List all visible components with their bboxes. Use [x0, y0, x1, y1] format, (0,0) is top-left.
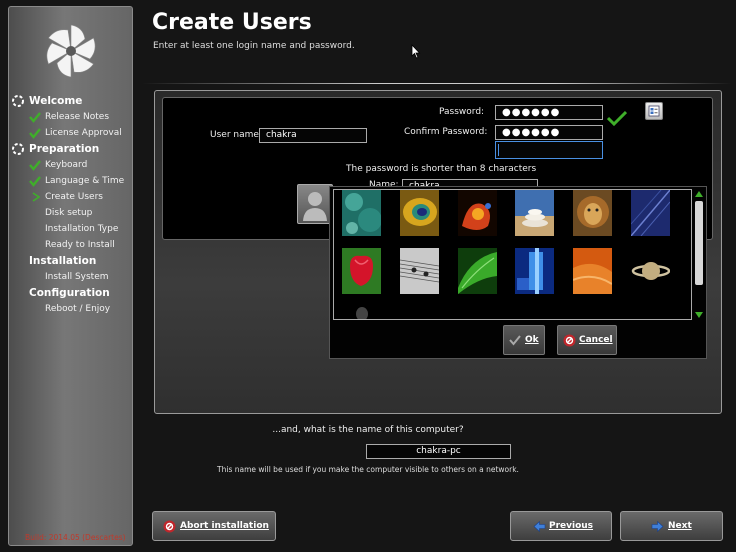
nav-item-label: Release Notes — [45, 112, 110, 122]
username-input[interactable]: chakra — [259, 128, 367, 143]
avatar-option[interactable] — [631, 248, 670, 294]
next-button[interactable]: Next — [620, 511, 723, 541]
hostname-question: ...and, what is the name of this compute… — [272, 425, 464, 435]
nav-item-keyboard: Keyboard — [9, 157, 134, 173]
checkmark-icon — [29, 176, 41, 187]
chakra-logo-icon — [46, 24, 96, 78]
chakra-small-icon — [12, 143, 24, 155]
nav-section-label: Installation — [29, 255, 97, 267]
scroll-thumb — [695, 201, 703, 285]
hostname-input[interactable]: chakra-pc — [366, 444, 511, 459]
nav-item-label: Keyboard — [45, 160, 88, 170]
nav-item-install-system: Install System — [9, 269, 134, 285]
nav-item-label: Reboot / Enjoy — [45, 304, 111, 314]
username-label: User name — [210, 130, 259, 140]
mouse-cursor-icon — [411, 44, 421, 59]
avatar-grid — [333, 189, 692, 320]
nav-section-label: Welcome — [29, 95, 83, 107]
page-title: Create Users — [152, 10, 312, 35]
avatar-grid-scrollbar[interactable] — [693, 189, 705, 320]
nav-section-installation: Installation — [9, 253, 134, 269]
avatar-option[interactable] — [458, 190, 497, 236]
fullname-input[interactable]: chakra — [402, 179, 538, 186]
avatar-option[interactable] — [342, 248, 381, 294]
scroll-down-arrow-icon — [695, 312, 703, 318]
ok-label: Ok — [525, 335, 539, 345]
avatar-option[interactable] — [573, 248, 612, 294]
cancel-icon — [563, 334, 576, 347]
password-warning: The password is shorter than 8 character… — [346, 164, 537, 174]
abort-label: Abort installation — [180, 521, 269, 531]
arrow-left-icon — [533, 520, 546, 533]
build-version: Build: 2014.05 (Descartes) — [25, 533, 126, 542]
user-options-button[interactable] — [645, 102, 663, 120]
cancel-label: Cancel — [579, 335, 613, 345]
page-subtitle: Enter at least one login name and passwo… — [153, 41, 355, 51]
arrow-right-icon — [651, 520, 664, 533]
avatar-option[interactable] — [400, 248, 439, 294]
avatar-button[interactable] — [297, 184, 333, 224]
avatar-cancel-button[interactable]: Cancel — [557, 325, 617, 355]
text-caret — [498, 144, 499, 156]
nav-item-label: Language & Time — [45, 176, 125, 186]
header-divider — [142, 83, 732, 84]
extra-input-field[interactable] — [495, 141, 603, 159]
password-input[interactable]: ●●●●●● — [495, 105, 603, 120]
avatar-ok-button[interactable]: Ok — [503, 325, 545, 355]
nav-section-label: Preparation — [29, 143, 100, 155]
nav-section-welcome: Welcome — [9, 93, 134, 109]
nav-item-label: Ready to Install — [45, 240, 115, 250]
nav-item-reboot-enjoy: Reboot / Enjoy — [9, 301, 134, 317]
current-step-arrow-icon — [32, 192, 41, 202]
hostname-note: This name will be used if you make the c… — [217, 465, 519, 474]
checkmark-icon — [29, 160, 41, 171]
next-label: Next — [668, 521, 692, 531]
previous-button[interactable]: Previous — [510, 511, 612, 541]
install-steps-nav: Welcome Release Notes License Approval P… — [9, 93, 134, 317]
form-icon — [648, 105, 660, 117]
password-match-check-icon — [607, 110, 627, 126]
nav-section-preparation: Preparation — [9, 141, 134, 157]
nav-item-label: License Approval — [45, 128, 122, 138]
nav-item-language-time: Language & Time — [9, 173, 134, 189]
nav-item-installation-type: Installation Type — [9, 221, 134, 237]
nav-item-license-approval: License Approval — [9, 125, 134, 141]
avatar-option[interactable] — [342, 190, 381, 236]
ok-check-icon — [509, 335, 521, 346]
nav-section-label: Configuration — [29, 287, 110, 299]
nav-item-create-users: Create Users — [9, 189, 134, 205]
avatar-option[interactable] — [342, 306, 381, 320]
nav-item-label: Disk setup — [45, 208, 93, 218]
nav-item-release-notes: Release Notes — [9, 109, 134, 125]
avatar-option[interactable] — [573, 190, 612, 236]
avatar-option[interactable] — [631, 190, 670, 236]
checkmark-icon — [29, 128, 41, 139]
nav-section-configuration: Configuration — [9, 285, 134, 301]
confirm-password-label: Confirm Password: — [404, 127, 488, 137]
abort-installation-button[interactable]: Abort installation — [152, 511, 276, 541]
password-label: Password: — [439, 107, 485, 117]
nav-item-label: Installation Type — [45, 224, 119, 234]
avatar-option[interactable] — [515, 248, 554, 294]
chakra-small-icon — [12, 95, 24, 107]
avatar-option[interactable] — [515, 190, 554, 236]
nav-item-ready-to-install: Ready to Install — [9, 237, 134, 253]
confirm-password-input[interactable]: ●●●●●● — [495, 125, 603, 140]
abort-icon — [163, 520, 176, 533]
nav-item-label: Create Users — [45, 192, 103, 202]
nav-item-disk-setup: Disk setup — [9, 205, 134, 221]
checkmark-icon — [29, 112, 41, 123]
avatar-option[interactable] — [458, 248, 497, 294]
previous-label: Previous — [549, 521, 594, 531]
nav-item-label: Install System — [45, 272, 109, 282]
scroll-up-arrow-icon — [695, 191, 703, 197]
avatar-option[interactable] — [400, 190, 439, 236]
user-silhouette-icon — [303, 192, 327, 221]
